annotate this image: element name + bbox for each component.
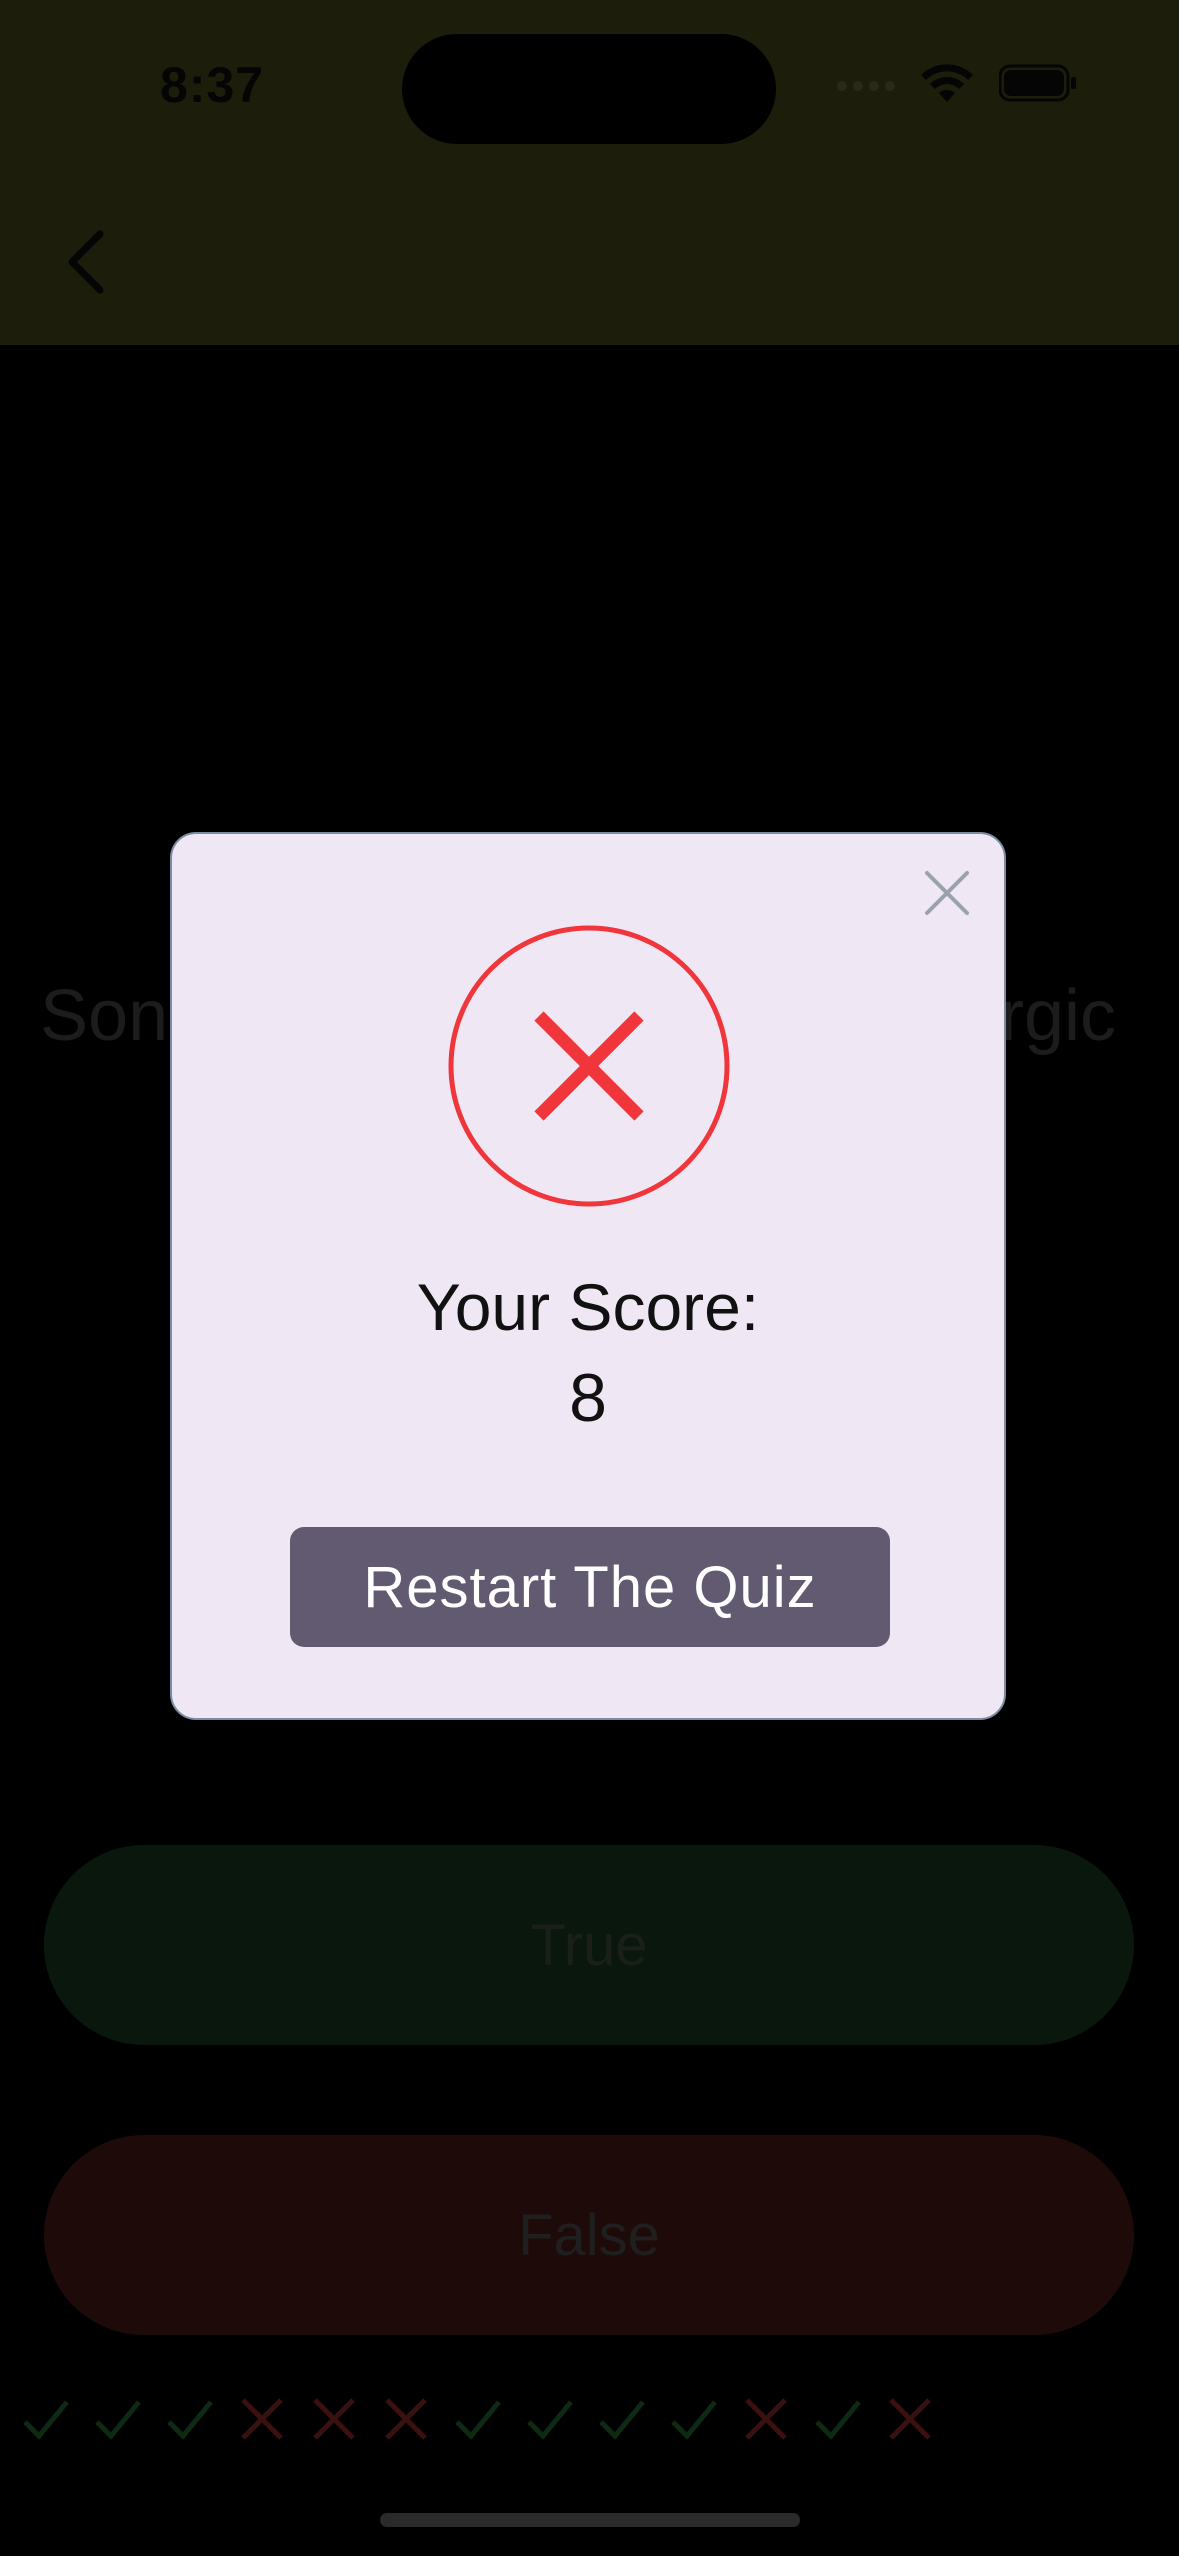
false-button[interactable]: False: [44, 2135, 1134, 2335]
cross-icon: [370, 2390, 442, 2448]
score-label: Your Score:: [416, 1270, 760, 1344]
check-icon: [658, 2390, 730, 2448]
quiz-screen: 8:37 Son rgic True False Your Score: 8 R…: [0, 0, 1179, 2556]
check-icon: [586, 2390, 658, 2448]
check-icon: [10, 2390, 82, 2448]
true-button[interactable]: True: [44, 1845, 1134, 2045]
status-time: 8:37: [160, 57, 265, 113]
close-icon: [925, 871, 969, 915]
score-value: 8: [569, 1360, 607, 1436]
status-icons: [837, 62, 1079, 109]
restart-quiz-label: Restart The Quiz: [363, 1554, 817, 1620]
check-icon: [154, 2390, 226, 2448]
true-button-label: True: [530, 1912, 648, 1978]
back-button[interactable]: [56, 222, 116, 302]
cellular-signal-icon: [837, 80, 895, 91]
question-text-tail: rgic: [1000, 976, 1117, 1056]
home-indicator: [380, 2513, 800, 2527]
check-icon: [82, 2390, 154, 2448]
result-dialog: Your Score: 8 Restart The Quiz: [170, 832, 1006, 1720]
check-icon: [514, 2390, 586, 2448]
restart-quiz-button[interactable]: Restart The Quiz: [290, 1527, 890, 1647]
check-icon: [442, 2390, 514, 2448]
app-bar: 8:37: [0, 0, 1179, 345]
cross-icon: [730, 2390, 802, 2448]
cross-icon: [226, 2390, 298, 2448]
score-keeper: [10, 2390, 946, 2448]
false-button-label: False: [518, 2202, 660, 2268]
dynamic-island: [402, 34, 776, 144]
battery-icon: [998, 63, 1079, 108]
check-icon: [802, 2390, 874, 2448]
cross-icon: [874, 2390, 946, 2448]
cross-icon: [298, 2390, 370, 2448]
wifi-icon: [919, 62, 975, 109]
close-button[interactable]: [920, 866, 974, 920]
chevron-left-icon: [68, 230, 104, 294]
x-circle-icon: [448, 925, 730, 1207]
